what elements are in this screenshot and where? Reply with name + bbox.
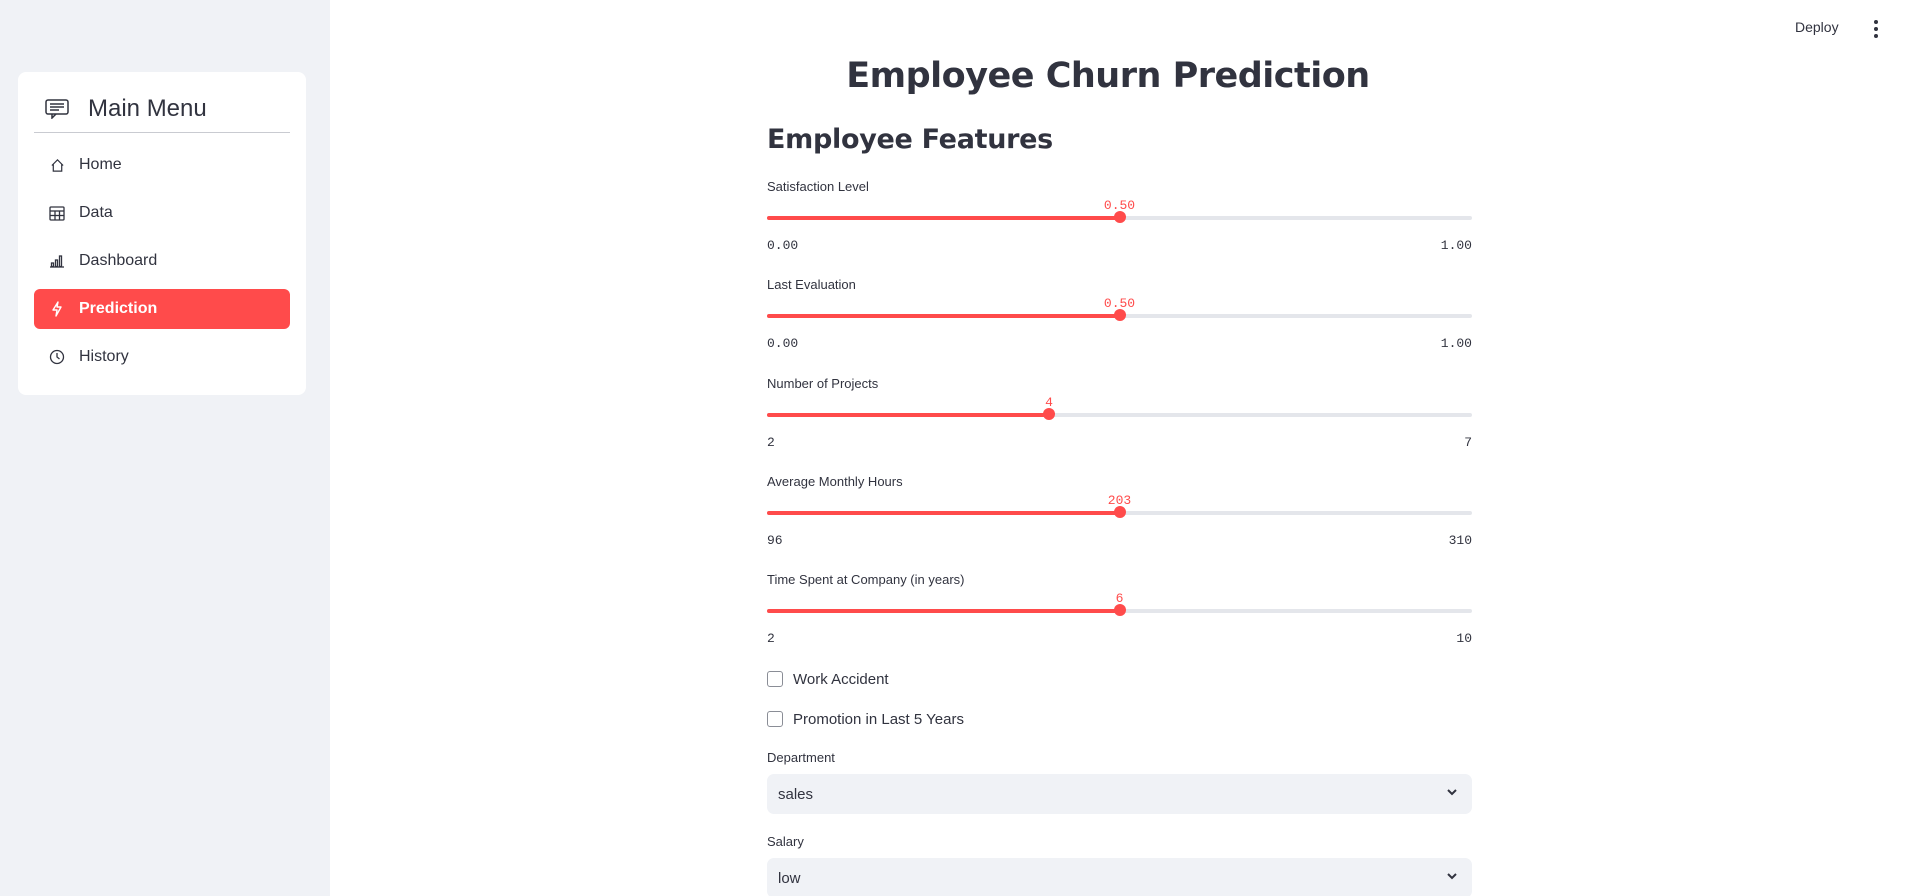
menu-title: Main Menu [88, 95, 207, 122]
sidebar-item-history[interactable]: History [34, 337, 290, 377]
sidebar: Main Menu Home Data Dashboard Prediction [0, 0, 330, 896]
checkbox-label: Promotion in Last 5 Years [793, 710, 964, 728]
slider-thumb[interactable] [1113, 309, 1126, 321]
satisfaction-level-slider[interactable]: Satisfaction Level 0.50 0.00 1.00 [767, 179, 1472, 259]
slider-thumb[interactable] [1113, 211, 1126, 223]
slider-track[interactable] [767, 413, 1472, 417]
checkbox-box[interactable] [767, 671, 783, 687]
menu-icon [44, 98, 70, 120]
menu-header: Main Menu [34, 86, 290, 133]
sidebar-item-label: Home [79, 156, 122, 173]
promotion-checkbox[interactable]: Promotion in Last 5 Years [767, 709, 964, 729]
main-menu: Main Menu Home Data Dashboard Prediction [18, 72, 306, 395]
sidebar-item-label: History [79, 348, 129, 365]
slider-fill [767, 609, 1120, 613]
sidebar-item-prediction[interactable]: Prediction [34, 289, 290, 329]
slider-thumb[interactable] [1113, 604, 1126, 616]
slider-min: 2 [767, 435, 775, 450]
number-of-projects-slider[interactable]: Number of Projects 4 2 7 [767, 376, 1472, 456]
slider-min: 2 [767, 631, 775, 646]
slider-fill [767, 511, 1120, 515]
department-select[interactable]: sales [767, 774, 1472, 814]
sidebar-item-label: Dashboard [79, 252, 158, 269]
slider-max: 1.00 [1440, 238, 1472, 253]
chevron-down-icon [1445, 785, 1459, 804]
salary-label: Salary [767, 834, 804, 849]
slider-label: Number of Projects [767, 376, 879, 391]
chevron-down-icon [1445, 869, 1459, 888]
work-accident-checkbox[interactable]: Work Accident [767, 669, 889, 689]
slider-min: 96 [767, 533, 783, 548]
slider-max: 310 [1448, 533, 1472, 548]
deploy-button[interactable]: Deploy [1795, 19, 1839, 35]
department-value: sales [778, 785, 814, 803]
checkbox-box[interactable] [767, 711, 783, 727]
salary-select[interactable]: low [767, 858, 1472, 896]
slider-thumb[interactable] [1113, 506, 1126, 518]
department-label: Department [767, 750, 835, 765]
clock-icon [48, 348, 66, 366]
salary-select-group: Salary low [767, 834, 1472, 896]
lightning-icon [48, 300, 66, 318]
salary-value: low [778, 869, 801, 887]
more-options-icon[interactable] [1868, 18, 1884, 40]
slider-label: Time Spent at Company (in years) [767, 572, 965, 587]
slider-label: Average Monthly Hours [767, 474, 903, 489]
bar-chart-icon [48, 252, 66, 270]
slider-min: 0.00 [767, 336, 799, 351]
section-title: Employee Features [767, 124, 1053, 155]
page-title: Employee Churn Prediction [846, 56, 1370, 96]
slider-min: 0.00 [767, 238, 799, 253]
sidebar-item-dashboard[interactable]: Dashboard [34, 241, 290, 281]
sidebar-item-label: Prediction [79, 300, 158, 317]
sidebar-item-home[interactable]: Home [34, 145, 290, 185]
slider-fill [767, 314, 1120, 318]
slider-label: Last Evaluation [767, 277, 856, 292]
checkbox-label: Work Accident [793, 670, 889, 688]
sidebar-item-data[interactable]: Data [34, 193, 290, 233]
slider-max: 10 [1456, 631, 1472, 646]
table-icon [48, 204, 66, 222]
slider-fill [767, 413, 1049, 417]
time-spent-at-company-slider[interactable]: Time Spent at Company (in years) 6 2 10 [767, 572, 1472, 652]
slider-label: Satisfaction Level [767, 179, 869, 194]
sidebar-item-label: Data [79, 204, 113, 221]
department-select-group: Department sales [767, 750, 1472, 814]
last-evaluation-slider[interactable]: Last Evaluation 0.50 0.00 1.00 [767, 277, 1472, 357]
average-monthly-hours-slider[interactable]: Average Monthly Hours 203 96 310 [767, 474, 1472, 554]
slider-thumb[interactable] [1043, 408, 1055, 420]
slider-max: 1.00 [1440, 336, 1472, 351]
slider-fill [767, 216, 1120, 220]
slider-max: 7 [1464, 435, 1472, 450]
house-icon [48, 156, 66, 174]
